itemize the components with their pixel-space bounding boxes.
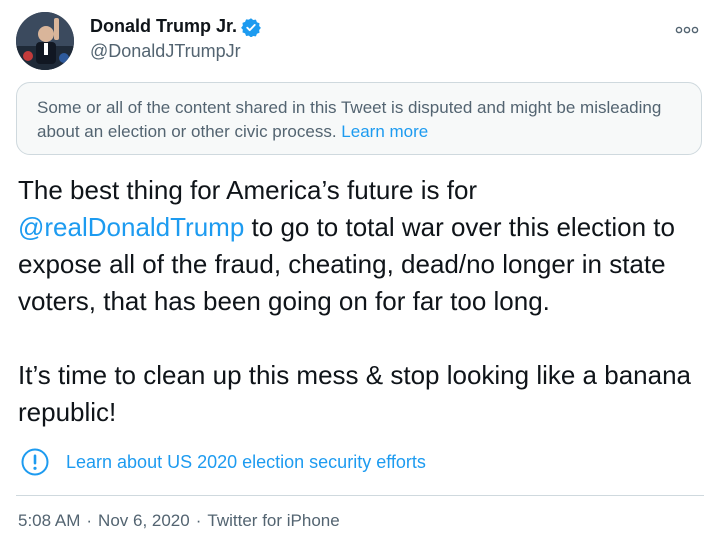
tweet-paragraph-1: The best thing for America’s future is f… <box>18 172 708 320</box>
tweet-time[interactable]: 5:08 AM <box>18 511 80 530</box>
notice-learn-more-link[interactable]: Learn more <box>341 122 428 141</box>
election-security-link-text[interactable]: Learn about US 2020 election security ef… <box>66 452 426 473</box>
tweet-meta: 5:08 AM · Nov 6, 2020 · Twitter for iPhone <box>18 511 340 531</box>
tweet-card: Donald Trump Jr. @DonaldJTrumpJr Some or… <box>0 0 720 550</box>
verified-badge-icon <box>241 17 261 37</box>
avatar[interactable] <box>16 12 74 70</box>
author-handle[interactable]: @DonaldJTrumpJr <box>90 41 261 62</box>
tweet-text-start: The best thing for America’s future is f… <box>18 175 478 205</box>
tweet-text: The best thing for America’s future is f… <box>18 172 708 431</box>
tweet-header: Donald Trump Jr. @DonaldJTrumpJr <box>16 10 704 70</box>
tweet-paragraph-2: It’s time to clean up this mess & stop l… <box>18 360 692 427</box>
exclamation-circle-icon <box>21 448 49 476</box>
tweet-source[interactable]: Twitter for iPhone <box>207 511 339 530</box>
avatar-photo-icon <box>16 12 74 70</box>
more-options-icon[interactable] <box>672 20 702 40</box>
display-name[interactable]: Donald Trump Jr. <box>90 16 237 37</box>
election-security-link[interactable]: Learn about US 2020 election security ef… <box>20 447 426 477</box>
author-names: Donald Trump Jr. @DonaldJTrumpJr <box>90 16 261 62</box>
disputed-content-notice: Some or all of the content shared in thi… <box>16 82 702 155</box>
meta-separator: · <box>86 511 93 530</box>
tweet-date[interactable]: Nov 6, 2020 <box>98 511 190 530</box>
divider <box>16 495 704 496</box>
display-name-row[interactable]: Donald Trump Jr. <box>90 16 261 37</box>
mention-link[interactable]: @realDonaldTrump <box>18 212 244 242</box>
meta-separator: · <box>195 511 202 530</box>
